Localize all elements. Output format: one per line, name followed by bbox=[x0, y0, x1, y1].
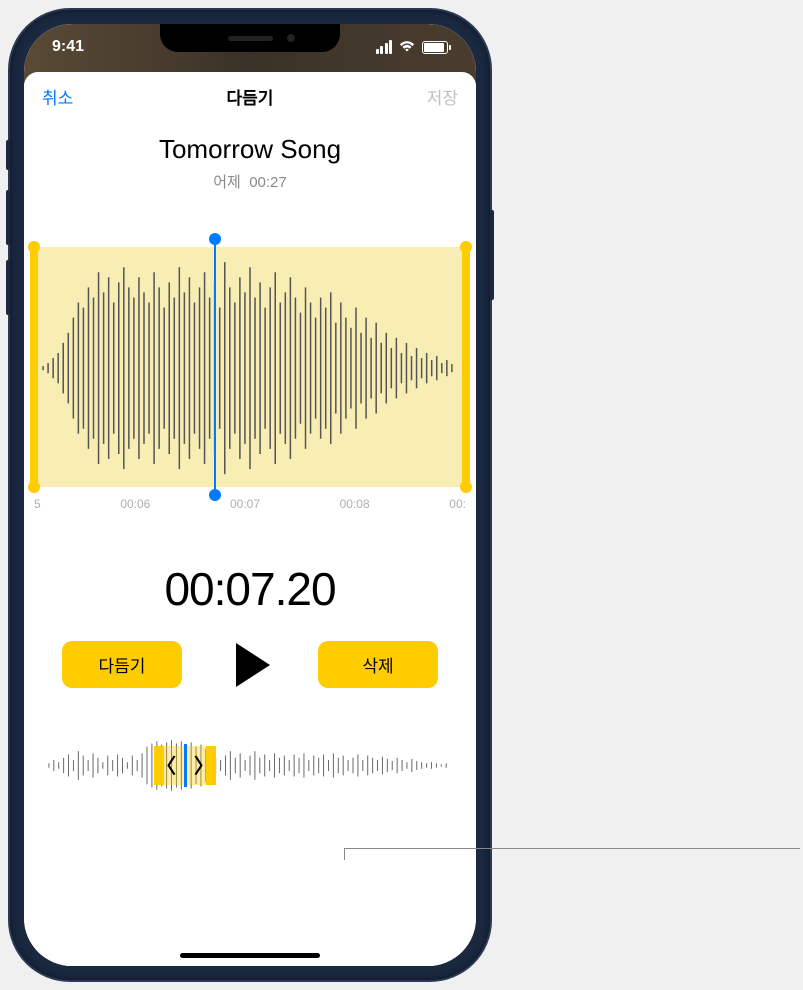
timeline-ticks: 5 00:06 00:07 00:08 00: bbox=[34, 497, 466, 517]
volume-up bbox=[6, 190, 10, 245]
nav-bar: 취소 다듬기 저장 bbox=[24, 72, 476, 120]
chevron-right-icon: 〉 bbox=[194, 756, 214, 776]
playback-controls: 다듬기 삭제 bbox=[24, 641, 476, 688]
tick-label: 5 bbox=[34, 497, 41, 517]
trim-handle-end[interactable] bbox=[462, 247, 470, 487]
trim-handle-start[interactable] bbox=[30, 247, 38, 487]
waveform-view[interactable]: 5 00:06 00:07 00:08 00: bbox=[24, 247, 476, 517]
battery-icon bbox=[422, 41, 448, 54]
tick-label: 00:06 bbox=[120, 497, 150, 517]
trim-modal: 취소 다듬기 저장 Tomorrow Song 어제 00:27 bbox=[24, 72, 476, 966]
overview-waveform[interactable]: 〈 〉 bbox=[24, 738, 476, 793]
overview-graphic bbox=[44, 738, 456, 793]
delete-button[interactable]: 삭제 bbox=[318, 641, 438, 688]
play-button[interactable] bbox=[236, 643, 270, 687]
phone-frame: 9:41 취소 다듬기 저장 Tomorrow Song bbox=[10, 10, 490, 980]
screen: 9:41 취소 다듬기 저장 Tomorrow Song bbox=[24, 24, 476, 966]
chevron-left-icon: 〈 bbox=[156, 756, 176, 776]
volume-down bbox=[6, 260, 10, 315]
home-indicator[interactable] bbox=[180, 953, 320, 958]
callout-line bbox=[345, 848, 800, 849]
mute-switch bbox=[6, 140, 10, 170]
tick-label: 00:08 bbox=[340, 497, 370, 517]
waveform-graphic bbox=[38, 247, 462, 489]
cancel-button[interactable]: 취소 bbox=[42, 84, 73, 109]
recording-title: Tomorrow Song bbox=[24, 134, 476, 165]
status-time: 9:41 bbox=[52, 38, 84, 56]
trim-button[interactable]: 다듬기 bbox=[62, 641, 182, 688]
save-button: 저장 bbox=[427, 84, 458, 109]
status-icons bbox=[376, 40, 449, 54]
current-time: 00:07.20 bbox=[24, 562, 476, 616]
playhead[interactable] bbox=[214, 239, 216, 495]
notch bbox=[160, 24, 340, 52]
power-button bbox=[490, 210, 494, 300]
overview-playhead[interactable] bbox=[184, 744, 187, 787]
tick-label: 00: bbox=[449, 497, 466, 517]
wifi-icon bbox=[398, 40, 416, 54]
cellular-icon bbox=[376, 40, 393, 54]
nav-title: 다듬기 bbox=[227, 84, 274, 109]
tick-label: 00:07 bbox=[230, 497, 260, 517]
recording-subtitle: 어제 00:27 bbox=[24, 171, 476, 192]
